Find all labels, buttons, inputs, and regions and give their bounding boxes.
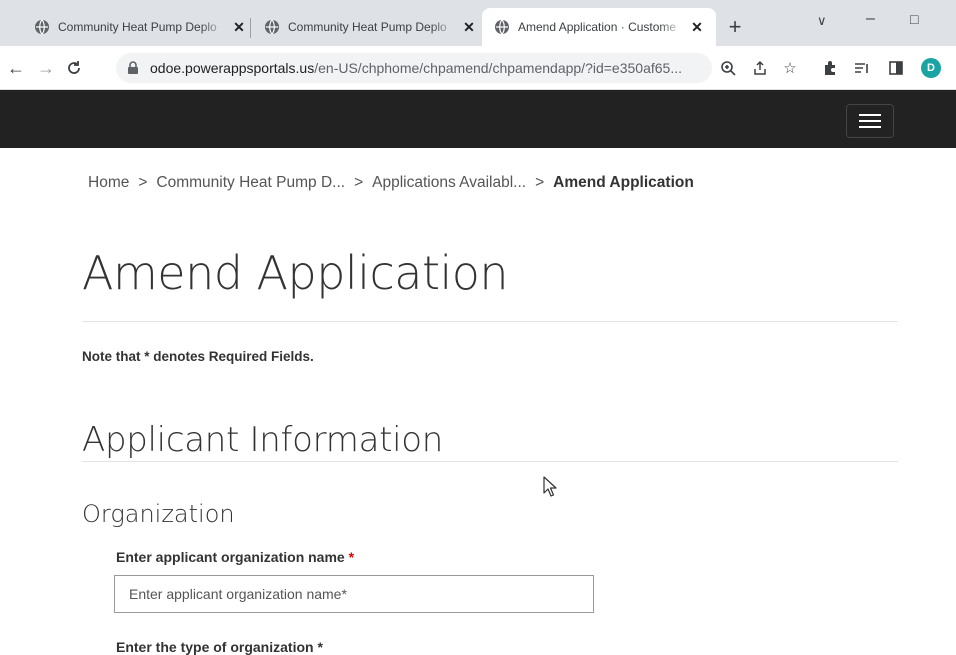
reload-icon[interactable] — [62, 56, 86, 80]
section-title: Applicant Information — [82, 420, 444, 460]
browser-tab-title: Community Heat Pump Deplo — [288, 20, 447, 34]
close-tab-icon[interactable]: ✕ — [460, 18, 478, 36]
bookmark-star-icon[interactable]: ☆ — [780, 58, 800, 78]
hamburger-menu-icon[interactable] — [846, 104, 894, 138]
new-tab-button[interactable]: + — [724, 16, 746, 39]
breadcrumb-separator: > — [535, 174, 545, 191]
browser-tab-strip: Community Heat Pump Deplo ✕ Community He… — [0, 0, 956, 46]
globe-icon — [495, 19, 509, 35]
browser-tab-2[interactable]: Community Heat Pump Deplo ✕ — [252, 8, 488, 46]
tab-divider — [250, 18, 251, 38]
globe-icon — [265, 19, 279, 35]
breadcrumb-separator: > — [138, 174, 148, 191]
close-tab-icon[interactable]: ✕ — [688, 18, 706, 36]
organization-name-input[interactable] — [114, 575, 594, 613]
back-arrow-icon[interactable]: ← — [4, 56, 28, 80]
required-fields-note: Note that * denotes Required Fields. — [82, 349, 314, 364]
forward-arrow-icon[interactable]: → — [34, 56, 58, 80]
required-marker: * — [348, 549, 355, 565]
extensions-puzzle-icon[interactable] — [820, 58, 840, 78]
lock-icon — [128, 61, 138, 74]
page-title: Amend Application — [82, 246, 509, 300]
organization-name-label: Enter applicant organization name * — [116, 549, 354, 565]
divider — [82, 321, 898, 322]
browser-toolbar: ← → odoe.powerappsportals.us/en-US/chpho… — [0, 46, 956, 90]
organization-type-label: Enter the type of organization * — [116, 639, 323, 655]
breadcrumb-home[interactable]: Home — [88, 174, 129, 191]
side-panel-icon[interactable] — [886, 58, 906, 78]
divider — [82, 461, 898, 462]
breadcrumb-current: Amend Application — [553, 174, 694, 191]
site-header — [0, 90, 956, 148]
browser-tab-title: Amend Application · Custome — [518, 20, 677, 34]
address-bar[interactable]: odoe.powerappsportals.us/en-US/chphome/c… — [116, 53, 712, 83]
browser-tab-title: Community Heat Pump Deplo — [58, 20, 217, 34]
breadcrumb-community-heat-pump[interactable]: Community Heat Pump D... — [156, 174, 345, 191]
subsection-title: Organization — [82, 500, 235, 528]
profile-avatar[interactable]: D — [921, 58, 941, 78]
reading-list-icon[interactable] — [852, 58, 872, 78]
close-tab-icon[interactable]: ✕ — [230, 18, 248, 36]
browser-tab-1[interactable]: Community Heat Pump Deplo ✕ — [22, 8, 258, 46]
url-domain: odoe.powerappsportals.us — [150, 60, 315, 76]
browser-tab-3-active[interactable]: Amend Application · Custome ✕ — [482, 8, 716, 46]
mouse-pointer-icon — [543, 476, 557, 497]
zoom-icon[interactable] — [718, 58, 738, 78]
maximize-button[interactable]: □ — [910, 11, 918, 27]
globe-icon — [35, 19, 49, 35]
breadcrumb: Home > Community Heat Pump D... > Applicatio… — [88, 174, 694, 192]
minimize-button[interactable]: – — [866, 10, 875, 28]
url-path: /en-US/chphome/chpamend/chpamendapp/?id=… — [314, 60, 682, 76]
share-icon[interactable] — [750, 58, 770, 78]
organization-name-label-text: Enter applicant organization name — [116, 549, 345, 565]
tab-search-chevron-icon[interactable]: ∨ — [817, 13, 827, 29]
breadcrumb-separator: > — [354, 174, 364, 191]
breadcrumb-applications-available[interactable]: Applications Availabl... — [372, 174, 526, 191]
